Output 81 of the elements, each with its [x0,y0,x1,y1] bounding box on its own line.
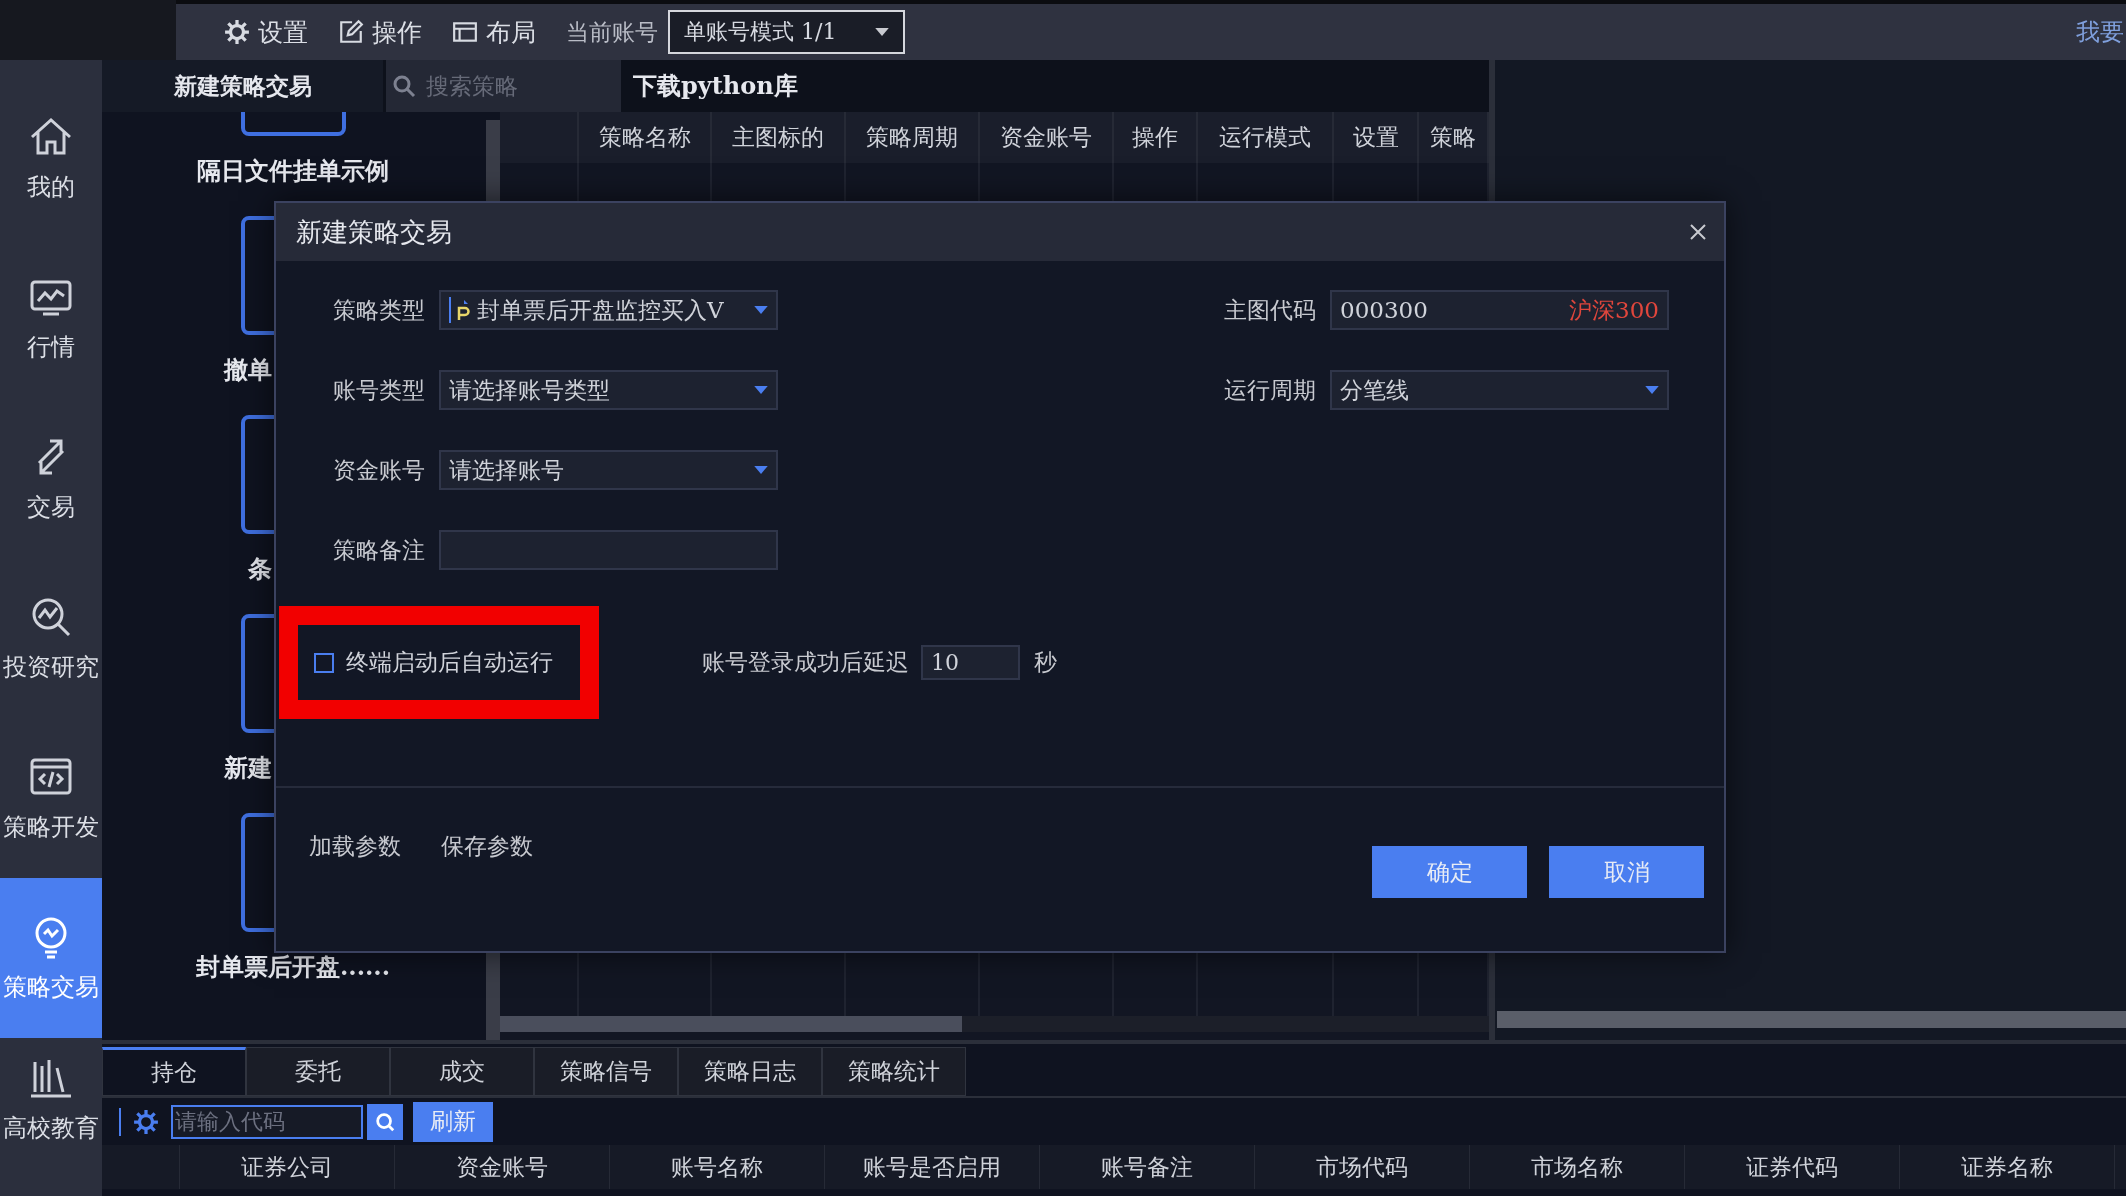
strategy-name: 隔日文件挂单示例 [197,158,389,184]
field-label: 账号类型 [332,375,425,405]
tab[interactable]: 策略日志 [678,1047,822,1096]
column-header: 账号备注 [1040,1145,1255,1189]
sidebar-item[interactable]: 我的 [0,78,102,238]
param-link[interactable]: 加载参数 [309,831,401,898]
strategy-name: 新建 [223,755,272,781]
download-link[interactable]: 下载python库 [633,70,798,102]
dialog-title: 新建策略交易 [296,215,452,249]
sidebar-item[interactable]: 高校教育 [0,1038,102,1178]
unit-label: 秒 [1034,648,1057,677]
tab[interactable]: 委托 [246,1047,390,1096]
settings-icon[interactable] [133,1108,159,1135]
field-label: 策略类型 [332,295,425,325]
tab[interactable]: 持仓 [102,1047,246,1096]
close-icon[interactable] [1688,222,1708,242]
column-header: 证券名称 [1900,1145,2115,1189]
column-header: 操作 [1114,112,1198,163]
open-account-link[interactable]: 我要 [2076,16,2124,48]
field-label: 资金账号 [332,455,425,485]
sidebar-item[interactable]: 策略开发 [0,718,102,878]
column-header: 资金账号 [980,112,1114,163]
column-header: 账号名称 [610,1145,825,1189]
column-header: 策略名称 [579,112,712,163]
scrollbar[interactable] [500,1016,962,1032]
column-header: 账号是否启用 [825,1145,1040,1189]
dropdown[interactable]: 请选择账号类型 [439,370,778,410]
settings-icon [224,19,250,45]
column-header: 主图标的 [712,112,846,163]
tab[interactable]: 策略信号 [534,1047,678,1096]
delay-label: 账号登录成功后延迟 [702,648,909,677]
strategy-name: 封单票后开盘...... [195,954,391,980]
account-mode-dropdown[interactable]: 单账号模式 1/1 [668,10,905,54]
caret-icon [754,385,768,395]
column-header: 资金账号 [395,1145,610,1189]
account-label: 当前账号 [566,17,658,47]
strategy-name: 条 [247,556,272,582]
strategy-type-dropdown[interactable]: 封单票后开盘监控买入V [439,290,778,330]
field-label: 运行周期 [1223,375,1316,405]
caret-icon [1645,385,1659,395]
toolbar-button[interactable]: 操作 [338,15,422,49]
scrollbar[interactable] [1497,1011,2126,1028]
code-field[interactable]: 000300 沪深300 [1330,290,1669,330]
caret-icon [875,27,889,37]
toolbar-button[interactable]: 布局 [452,15,536,49]
input-field[interactable] [439,530,778,570]
checkbox-label: 终端启动后自动运行 [346,648,553,677]
auto-run-checkbox[interactable]: 终端启动后自动运行 [314,647,553,678]
search-icon [392,74,416,98]
column-header: 证券公司 [180,1145,395,1189]
column-header: 策略周期 [846,112,980,163]
toolbar-button[interactable]: 设置 [224,15,308,49]
sidebar-item[interactable]: 策略交易 [0,878,102,1038]
edit-icon [338,19,364,45]
column-header: 市场名称 [1470,1145,1685,1189]
field-label: 策略备注 [332,535,425,565]
delay-input[interactable]: 10 [921,645,1020,680]
sidebar-item[interactable]: 投资研究 [0,558,102,718]
tab[interactable]: 成交 [390,1047,534,1096]
search-icon [374,1110,396,1133]
code-input[interactable]: 请输入代码 [171,1104,363,1139]
strategy-name: 撤单 [222,357,272,383]
column-header: 证券代码 [1685,1145,1900,1189]
caret-icon [754,305,768,315]
sidebar-item[interactable]: 交易 [0,398,102,558]
tab[interactable]: 策略统计 [822,1047,966,1096]
column-header: 设置 [1334,112,1419,163]
field-label: 主图代码 [1223,295,1316,325]
caret-icon [754,465,768,475]
checkbox[interactable] [314,652,334,673]
search-button[interactable] [367,1103,403,1140]
column-header: 运行模式 [1198,112,1334,163]
column-header: 市场代码 [1255,1145,1470,1189]
new-strategy-tab[interactable]: 新建策略交易 [102,60,383,112]
dropdown[interactable]: 分笔线 [1330,370,1669,410]
layout-icon [452,19,478,45]
param-link[interactable]: 保存参数 [441,831,533,898]
python-file-icon [457,298,471,322]
dropdown[interactable]: 请选择账号 [439,450,778,490]
search-field[interactable]: 搜索策略 [386,60,621,112]
sidebar-item[interactable]: 行情 [0,238,102,398]
